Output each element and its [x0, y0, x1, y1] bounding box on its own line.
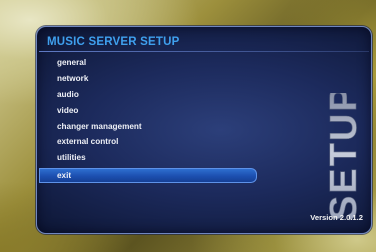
- menu-item-exit[interactable]: exit: [39, 168, 257, 184]
- setup-side-word: SETUP: [323, 93, 365, 221]
- setup-side-label-graphic: SETUP: [323, 93, 366, 221]
- title-divider: [39, 51, 369, 52]
- menu-item-general[interactable]: general: [37, 55, 257, 71]
- setup-side-label: SETUP: [316, 93, 366, 225]
- setup-panel: MUSIC SERVER SETUP general network audio…: [36, 26, 372, 234]
- menu-item-network[interactable]: network: [37, 71, 257, 87]
- menu-item-audio[interactable]: audio: [37, 87, 257, 103]
- version-label: Version 2.0.1.2: [310, 213, 363, 222]
- menu-item-changer-management[interactable]: changer management: [37, 119, 257, 135]
- menu-item-video[interactable]: video: [37, 103, 257, 119]
- panel-title: MUSIC SERVER SETUP: [47, 36, 180, 48]
- menu-item-utilities[interactable]: utilities: [37, 150, 257, 166]
- menu-item-external-control[interactable]: external control: [37, 134, 257, 150]
- setup-menu: general network audio video changer mana…: [37, 55, 257, 184]
